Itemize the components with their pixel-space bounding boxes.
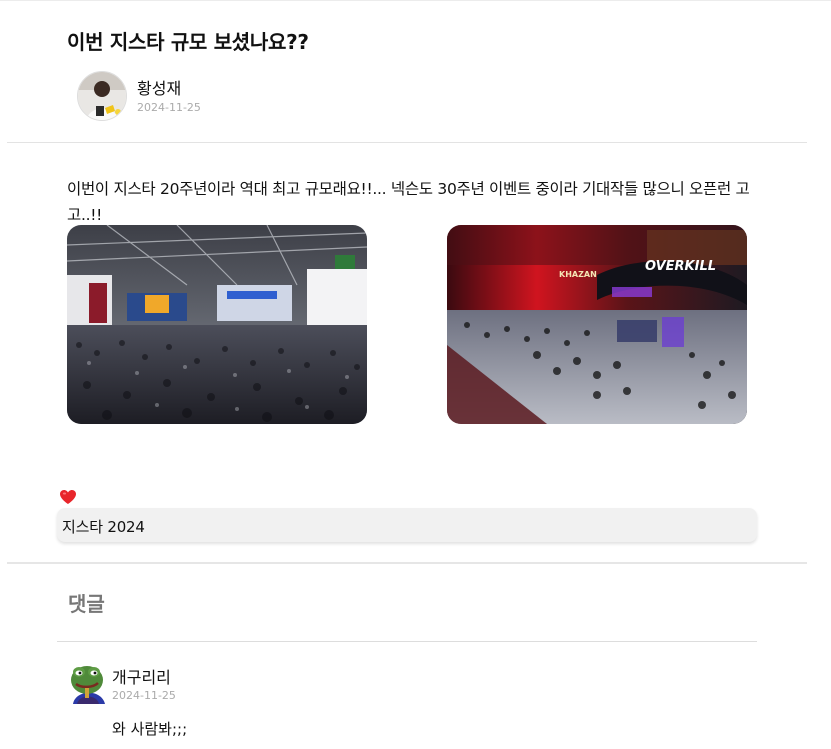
like-button[interactable] [59,489,77,505]
comments-header-divider [57,641,757,642]
tag-label: 지스타 2024 [62,518,145,536]
post-image-1[interactable] [67,225,367,424]
comment-date: 2024-11-25 [112,689,176,702]
comments-heading: 댓글 [68,592,105,616]
frog-avatar-icon [71,666,105,704]
post-image-2[interactable]: KHAZAN OVERKILL [447,225,747,424]
author-name[interactable]: 황성재 [137,79,201,99]
khazan-sign: KHAZAN [559,270,597,279]
post-date: 2024-11-25 [137,100,201,114]
comments-divider [7,562,807,564]
commenter-name[interactable]: 개구리리 [112,664,171,688]
post-body: 이번이 지스타 20주년이라 역대 최고 규모래요!!... 넥슨도 30주년 … [67,180,750,224]
author-avatar[interactable] [77,71,127,121]
post-author: 황성재 2024-11-25 [77,70,201,122]
overkill-sign: OVERKILL [645,259,716,274]
commenter-avatar[interactable] [67,660,107,706]
top-divider [0,0,831,1]
post-title: 이번 지스타 규모 보셨나요?? [67,30,309,54]
gstar-crowd-photo-2: KHAZAN OVERKILL [447,225,747,424]
header-divider [7,142,807,143]
author-avatar-image [78,72,126,120]
tag-chip[interactable]: 지스타 2024 [57,508,757,542]
comment-text: 와 사람봐;;; [112,720,188,738]
heart-icon [60,490,76,504]
gstar-crowd-photo-1 [67,225,367,424]
